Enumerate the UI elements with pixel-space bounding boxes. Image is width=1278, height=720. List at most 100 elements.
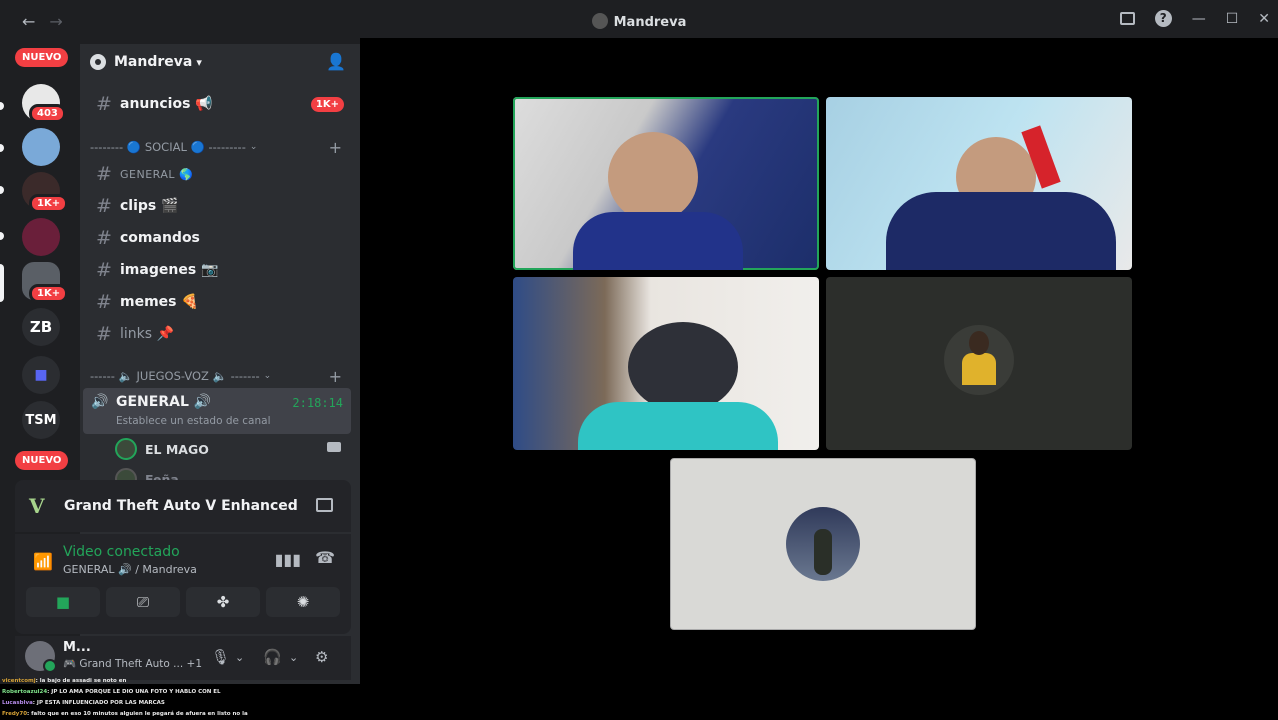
participant-video	[608, 132, 698, 222]
screen-share-button[interactable]: ⎚	[106, 587, 180, 617]
new-badge-top: NUEVO	[15, 48, 69, 67]
channel-badge: 1K+	[310, 96, 344, 112]
hash-icon: #	[96, 163, 112, 185]
chevron-down-icon: ⌄	[249, 142, 258, 152]
game-name: Grand Theft Auto V Enhanced	[64, 498, 298, 514]
channel-general[interactable]: # GENERAL 🌎	[88, 159, 352, 189]
server-icon-2[interactable]	[22, 128, 60, 166]
chat-line: vicentcomj: la bajo de assadi se noto en	[2, 678, 127, 684]
server-settings-icon	[90, 54, 106, 70]
avatar[interactable]	[25, 641, 57, 673]
connection-status[interactable]: Video conectado	[63, 544, 180, 560]
chevron-down-icon: ⌄	[263, 371, 272, 381]
avatar	[115, 438, 137, 460]
soundboard-button[interactable]: ✺	[266, 587, 340, 617]
chat-line: Lucasblva: JP ESTA INFLUENCIADO POR LAS …	[2, 700, 165, 706]
video-tile-3[interactable]	[513, 277, 819, 450]
soundboard-icon: ✺	[296, 593, 310, 611]
chevron-down-icon: ▾	[196, 55, 202, 69]
hash-icon: #	[96, 93, 112, 115]
speaker-icon: 🔊	[91, 394, 109, 410]
chat-line: Robertoazul24: JP LO AMA PORQUE LE DIO U…	[2, 689, 221, 695]
video-tile-4[interactable]	[826, 277, 1132, 450]
help-icon[interactable]: ?	[1154, 10, 1172, 27]
stream-game-icon[interactable]	[316, 498, 333, 512]
invite-user-icon[interactable]: 👤	[326, 52, 346, 71]
connection-location[interactable]: GENERAL 🔊 / Mandreva	[63, 563, 197, 576]
new-badge-bottom: NUEVO	[15, 451, 69, 470]
participant-video	[578, 402, 778, 450]
unread-pill	[0, 102, 4, 110]
channel-imagenes[interactable]: # imagenes 📷	[88, 255, 352, 285]
avatar	[944, 325, 1014, 395]
avatar	[786, 507, 860, 581]
camera-icon	[327, 442, 341, 452]
minimize-icon[interactable]: —	[1192, 11, 1206, 27]
noise-suppression-icon[interactable]: ▮▮▮	[275, 550, 301, 569]
add-channel-icon[interactable]: +	[329, 138, 342, 157]
voice-connection-panel: 📶 Video conectado GENERAL 🔊 / Mandreva ▮…	[15, 534, 351, 634]
participant-video	[628, 322, 738, 412]
selected-pill	[0, 264, 4, 302]
user-status: 🎮 Grand Theft Auto ... +1	[63, 658, 203, 670]
server-header[interactable]: Mandreva ▾ 👤	[80, 44, 360, 80]
channel-memes[interactable]: # memes 🍕	[88, 287, 352, 317]
chevron-down-icon[interactable]: ⌄	[289, 651, 298, 664]
server-icon-tsm[interactable]: TSM	[22, 401, 60, 439]
unread-pill	[0, 186, 4, 194]
participant-video	[573, 212, 743, 270]
screen-share-icon: ⎚	[136, 593, 149, 611]
close-icon[interactable]: ✕	[1258, 11, 1270, 27]
channel-links[interactable]: # links 📌	[88, 319, 352, 349]
hash-icon: #	[96, 259, 112, 281]
microphone-icon[interactable]: 🎙	[211, 648, 230, 666]
unread-pill	[0, 144, 4, 152]
server-icon-4[interactable]	[22, 218, 60, 256]
camera-button[interactable]: ■	[26, 587, 100, 617]
headphones-icon[interactable]: 🎧	[263, 648, 282, 666]
maximize-icon[interactable]: ☐	[1226, 11, 1239, 27]
activities-button[interactable]: ✤	[186, 587, 260, 617]
video-tile-2[interactable]	[826, 97, 1132, 270]
chevron-down-icon[interactable]: ⌄	[235, 651, 244, 664]
video-tile-1[interactable]	[513, 97, 819, 270]
video-tile-5[interactable]	[670, 458, 976, 630]
server-name: Mandreva	[114, 54, 193, 70]
window-controls: ? — ☐ ✕	[1119, 10, 1270, 27]
unread-pill	[0, 232, 4, 240]
activity-panel: V Grand Theft Auto V Enhanced	[15, 480, 351, 532]
category-social[interactable]: -------- 🔵 SOCIAL 🔵 --------- ⌄ +	[90, 137, 352, 157]
channel-clips[interactable]: # clips 🎬	[88, 191, 352, 221]
folder-icon[interactable]: ■	[22, 356, 60, 394]
voice-channel-general[interactable]: 🔊 GENERAL 🔊 2:18:14 Establece un estado …	[83, 388, 351, 434]
participant-video	[886, 192, 1116, 270]
voice-user[interactable]: EL MAGO	[115, 436, 341, 462]
activities-icon: ✤	[216, 593, 230, 611]
hash-icon: #	[96, 227, 112, 249]
user-settings-icon[interactable]: ⚙	[315, 648, 328, 666]
add-channel-icon[interactable]: +	[329, 367, 342, 386]
inbox-icon[interactable]	[1119, 12, 1135, 25]
hash-icon: #	[96, 195, 112, 217]
hash-icon: #	[96, 323, 112, 345]
user-panel: M... 🎮 Grand Theft Auto ... +1 🎙 ⌄ 🎧 ⌄ ⚙	[15, 636, 351, 680]
category-juegos-voz[interactable]: ------ 🔈 JUEGOS-VOZ 🔈 ------- ⌄ +	[90, 366, 352, 386]
mention-badge-2: 1K+	[29, 194, 69, 213]
gta-v-icon: V	[29, 494, 45, 518]
server-icon	[591, 13, 608, 29]
channel-anuncios[interactable]: # anuncios 📢 1K+	[88, 89, 352, 119]
mention-badge-3: 1K+	[29, 284, 69, 303]
channel-comandos[interactable]: # comandos	[88, 223, 352, 253]
hash-icon: #	[96, 291, 112, 313]
video-stage	[360, 38, 1278, 684]
mention-badge-1: 403	[29, 104, 66, 123]
user-name: M...	[63, 640, 91, 655]
set-channel-status[interactable]: Establece un estado de canal	[116, 415, 271, 427]
window-title: Mandreva	[0, 13, 1278, 30]
server-icon-zb[interactable]: ZB	[22, 308, 60, 346]
signal-icon: 📶	[33, 552, 53, 571]
disconnect-icon[interactable]: ☎	[315, 548, 335, 567]
voice-timer: 2:18:14	[292, 396, 343, 410]
chat-line: Fredy70: falto que en eso 10 minutos alg…	[2, 711, 248, 717]
camera-icon: ■	[55, 593, 71, 611]
